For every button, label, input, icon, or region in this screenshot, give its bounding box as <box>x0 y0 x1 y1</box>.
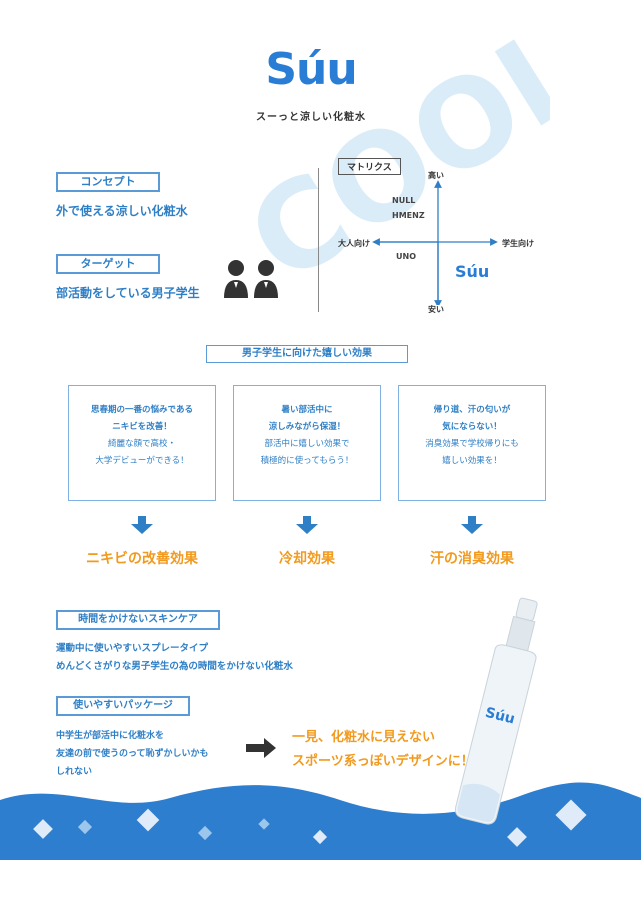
skincare-line-1: 運動中に使いやすいスプレータイプ <box>56 643 209 654</box>
card-line: 大学デビューができる！ <box>95 456 189 466</box>
card-line: 帰り道、汗の匂いが <box>433 405 511 415</box>
card-line: 嬉しい効果を！ <box>442 456 502 466</box>
down-arrow-icon <box>131 516 153 534</box>
effect-acne: ニキビの改善効果 <box>86 551 198 567</box>
card-line: 消臭効果で学校帰りにも <box>425 439 519 449</box>
card-line: 積極的に使ってもらう！ <box>260 456 354 466</box>
section-divider <box>318 168 319 312</box>
spray-bottle-image: Súu <box>454 597 538 825</box>
students-icon <box>224 260 278 298</box>
concept-text: 外で使える涼しい化粧水 <box>56 204 188 218</box>
target-text: 部活動をしている男子学生 <box>56 286 200 300</box>
tagline: スーっと涼しい化粧水 <box>256 112 366 123</box>
package-line-1: 中学生が部活中に化粧水を <box>56 731 165 741</box>
target-label: ターゲット <box>56 254 160 274</box>
bottom-spacer <box>0 860 641 900</box>
matrix-competitor-null: NULL <box>392 196 416 205</box>
matrix-left: 大人向け <box>338 239 370 248</box>
matrix-competitor-hmenz: HMENZ <box>392 211 425 220</box>
package-label: 使いやすいパッケージ <box>56 696 190 716</box>
card-line: 部活中に嬉しい効果で <box>264 439 350 449</box>
down-arrow-icon <box>461 516 483 534</box>
matrix-right: 学生向け <box>502 239 534 248</box>
down-arrow-icon <box>296 516 318 534</box>
card-line: 綺麗な顔で高校・ <box>107 439 176 449</box>
benefit-card-1: 思春期の一番の悩みである ニキビを改善！ 綺麗な顔で高校・ 大学デビューができる… <box>68 385 216 501</box>
brand-logo: Súu <box>265 44 357 95</box>
matrix-competitor-uno: UNO <box>396 252 416 261</box>
concept-label: コンセプト <box>56 172 160 192</box>
benefit-card-2: 暑い部活中に 涼しみながら保湿！ 部活中に嬉しい効果で 積極的に使ってもらう！ <box>233 385 381 501</box>
matrix-bottom: 安い <box>428 305 444 314</box>
matrix-label: マトリクス <box>338 158 401 175</box>
card-line: 涼しみながら保湿！ <box>268 422 346 432</box>
right-arrow-icon <box>246 738 276 758</box>
matrix-top: 高い <box>428 171 444 180</box>
benefit-card-3: 帰り道、汗の匂いが 気にならない！ 消臭効果で学校帰りにも 嬉しい効果を！ <box>398 385 546 501</box>
card-line: 思春期の一番の悩みである <box>91 405 193 415</box>
skincare-line-2: めんどくさがりな男子学生の為の時間をかけない化粧水 <box>56 661 293 672</box>
matrix-brand-logo: Súu <box>455 262 490 281</box>
effect-deodorant: 汗の消臭効果 <box>430 551 514 567</box>
benefits-header: 男子学生に向けた嬉しい効果 <box>206 345 408 363</box>
skincare-label: 時間をかけないスキンケア <box>56 610 220 630</box>
effect-cooling: 冷却効果 <box>279 551 335 567</box>
package-result-1: 一見、化粧水に見えない <box>292 730 436 745</box>
card-line: ニキビを改善！ <box>112 422 172 432</box>
card-line: 暑い部活中に <box>281 405 333 415</box>
card-line: 気にならない！ <box>442 422 502 432</box>
package-line-2: 友達の前で使うのって恥ずかしいかも <box>56 749 209 759</box>
